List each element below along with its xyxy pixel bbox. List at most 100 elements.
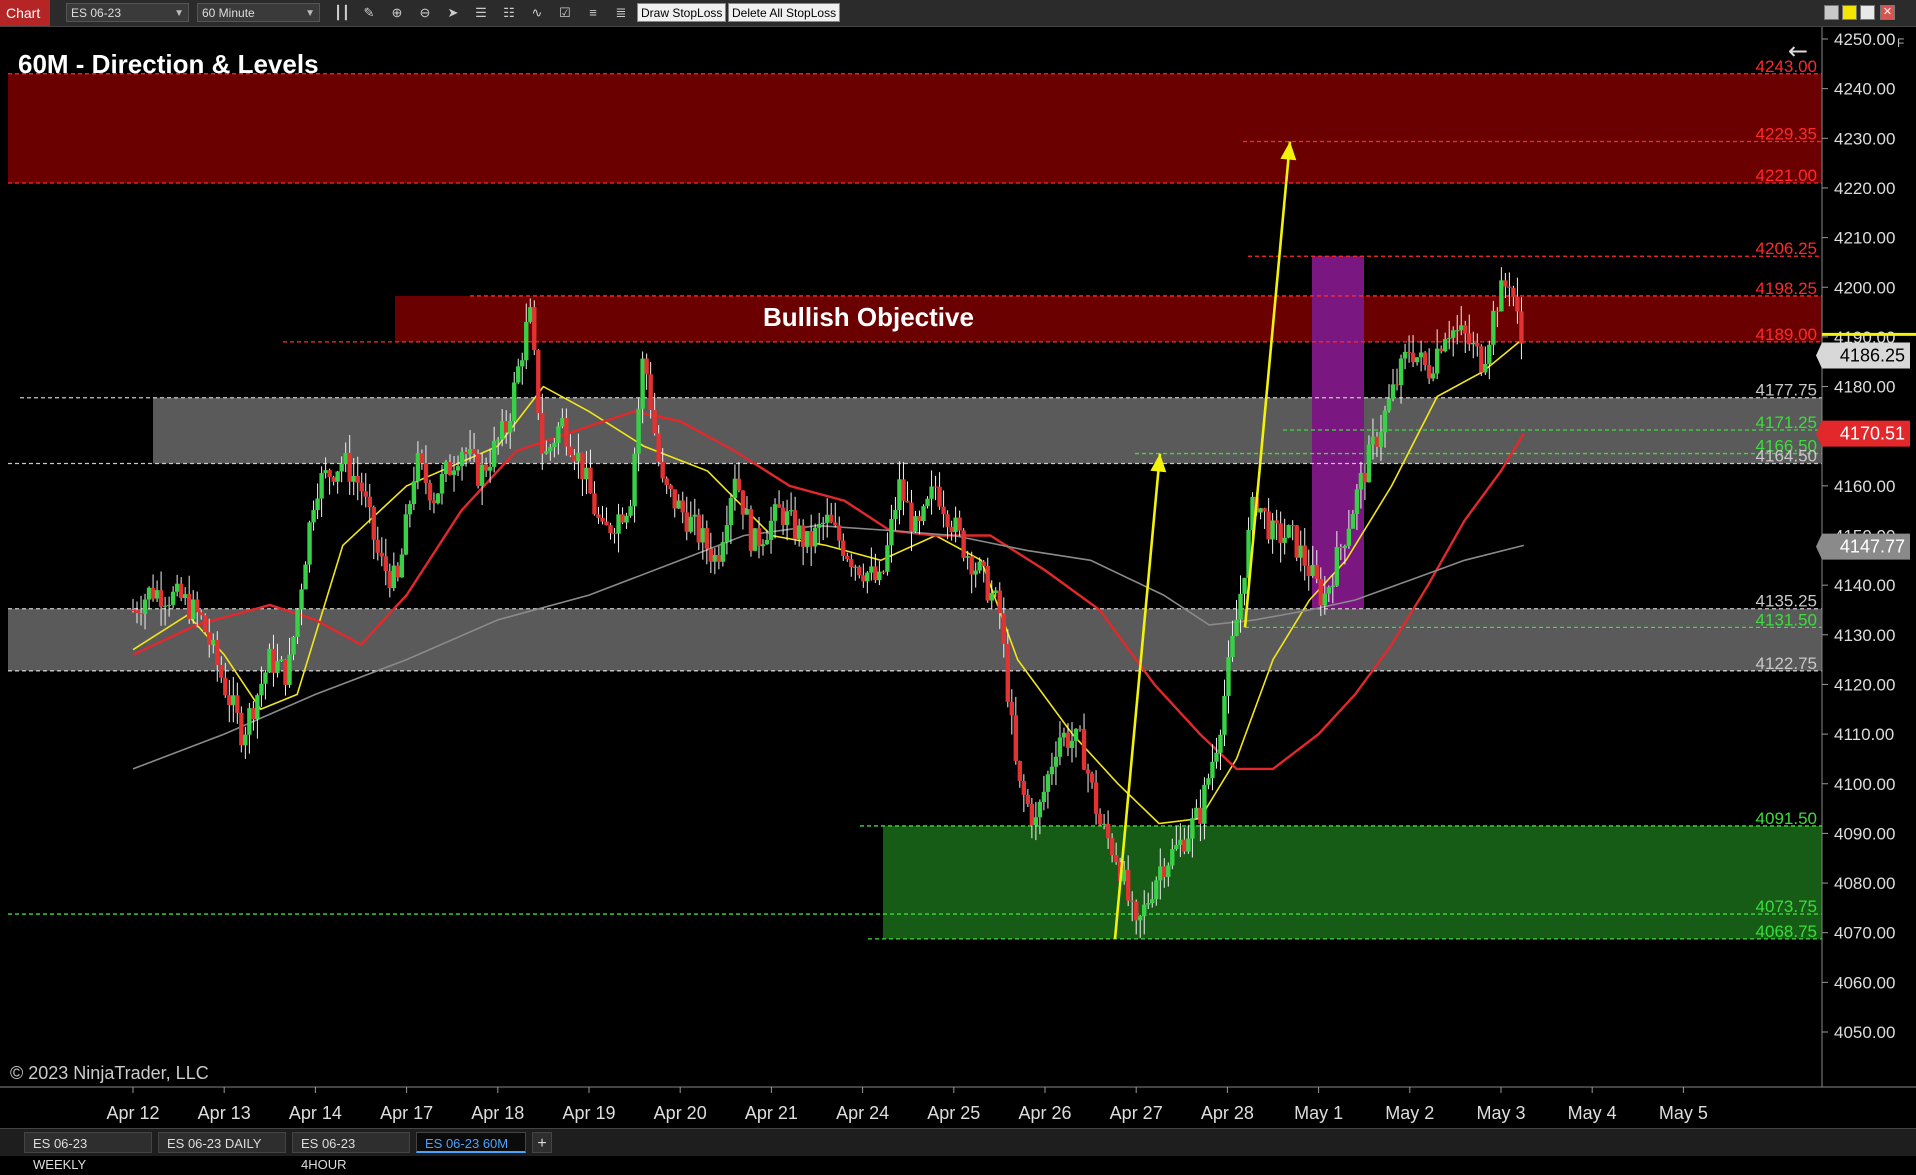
- x-tick-label: May 5: [1659, 1103, 1708, 1123]
- candle-body: [989, 593, 994, 601]
- candle-body: [1057, 737, 1063, 757]
- candle-body: [491, 440, 497, 467]
- close-icon[interactable]: ✕: [1880, 5, 1895, 20]
- properties-icon[interactable]: ☷: [499, 4, 519, 22]
- candle-body: [1009, 701, 1015, 716]
- maximize-icon[interactable]: [1860, 5, 1875, 20]
- candle-body: [1069, 740, 1075, 748]
- pencil-icon[interactable]: ✎: [359, 4, 379, 22]
- candle-body: [1463, 325, 1468, 334]
- candle-body: [435, 493, 441, 504]
- candle-body: [1422, 352, 1428, 366]
- chart-tab[interactable]: ES 06-23 WEEKLY: [24, 1132, 152, 1172]
- candle-body: [1146, 903, 1151, 905]
- candle-body: [849, 558, 854, 568]
- candle-body: [359, 482, 364, 492]
- zoom-in-icon[interactable]: ⊕: [387, 4, 407, 22]
- candle-body: [1434, 348, 1440, 374]
- candle-body: [616, 514, 621, 534]
- candle-body: [885, 545, 890, 572]
- ma-gray-badge: 4147.77: [1816, 533, 1910, 560]
- x-tick-label: Apr 13: [198, 1103, 251, 1123]
- candle-body: [1093, 782, 1099, 814]
- candle-body: [1097, 813, 1103, 825]
- interval-select[interactable]: 60 Minute ▼: [197, 3, 320, 22]
- y-tick-label: 4060.00: [1834, 973, 1895, 992]
- chart-tab[interactable]: ES 06-23 60M: [416, 1132, 526, 1153]
- chart-style-icon[interactable]: ∿: [527, 4, 547, 22]
- candle-body: [736, 478, 742, 491]
- candle-body: [407, 504, 413, 515]
- y-tick-label: 4200.00: [1834, 278, 1895, 297]
- data-box-icon[interactable]: ☰: [471, 4, 491, 22]
- level-label: 4229.35: [1756, 125, 1817, 144]
- candle-body: [1178, 839, 1183, 846]
- candle-body: [612, 533, 617, 535]
- candle-body: [973, 570, 978, 575]
- candle-body: [455, 466, 461, 471]
- level-label: 4068.75: [1756, 922, 1817, 941]
- candle-body: [708, 548, 714, 562]
- chart-tab[interactable]: ES 06-23 DAILY: [158, 1132, 286, 1153]
- candle-body: [443, 462, 449, 475]
- y-tick-label: 4250.00: [1834, 30, 1895, 49]
- delete-stoploss-button[interactable]: Delete All StopLoss: [728, 3, 841, 22]
- candle-body: [596, 514, 601, 518]
- candle-body: [660, 461, 665, 479]
- candle-body: [1194, 807, 1199, 819]
- last-price-badge-text: 4186.25: [1840, 346, 1905, 366]
- list-icon[interactable]: ≣: [611, 4, 631, 22]
- bars-type-icon[interactable]: ┃┃: [332, 4, 352, 22]
- link-color-icon[interactable]: [1842, 5, 1857, 20]
- candle-body: [752, 528, 758, 551]
- candle-body: [1190, 818, 1195, 839]
- window-title[interactable]: Chart: [0, 0, 50, 26]
- candle-body: [1438, 348, 1444, 352]
- candle-body: [620, 514, 625, 523]
- candle-body: [467, 448, 473, 455]
- candle-body: [239, 712, 244, 746]
- candle-body: [146, 587, 152, 600]
- price-chart[interactable]: 4243.004229.354221.004206.254198.254189.…: [0, 27, 1916, 1127]
- candle-body: [841, 540, 846, 556]
- candle-body: [195, 599, 200, 613]
- level-label: 4091.50: [1756, 809, 1817, 828]
- candle-body: [323, 470, 328, 474]
- candle-body: [215, 639, 220, 665]
- candle-body: [808, 531, 814, 547]
- candle-body: [1362, 472, 1368, 483]
- zoom-out-icon[interactable]: ⊖: [415, 4, 435, 22]
- minimize-icon[interactable]: [1824, 5, 1839, 20]
- add-tab-button[interactable]: +: [532, 1132, 552, 1153]
- candle-body: [1210, 761, 1215, 779]
- instrument-value: ES 06-23: [71, 6, 122, 20]
- strategies-icon[interactable]: ☑: [555, 4, 575, 22]
- y-tick-label: 4160.00: [1834, 477, 1895, 496]
- chart-toolbar: Chart ES 06-23 ▼ 60 Minute ▼ ┃┃ ✎ ⊕ ⊖ ➤ …: [0, 0, 1916, 27]
- candle-body: [1166, 865, 1171, 878]
- candle-body: [1342, 545, 1348, 549]
- candle-body: [1350, 513, 1356, 529]
- candle-body: [138, 613, 144, 615]
- candle-body: [162, 605, 168, 607]
- candle-body: [1310, 564, 1315, 576]
- chart-tab[interactable]: ES 06-23 4HOUR: [292, 1132, 410, 1172]
- indicators-icon[interactable]: ≡: [583, 4, 603, 22]
- candle-body: [367, 496, 372, 508]
- candle-body: [1390, 384, 1396, 399]
- candle-body: [889, 518, 894, 546]
- candle-body: [419, 453, 425, 464]
- draw-stoploss-button[interactable]: Draw StopLoss: [637, 3, 727, 22]
- candle-body: [303, 564, 308, 590]
- candle-body: [756, 528, 762, 547]
- candle-body: [399, 554, 405, 578]
- level-label: 4171.25: [1756, 413, 1817, 432]
- candle-body: [564, 418, 569, 447]
- candle-body: [1206, 778, 1211, 785]
- back-arrow-icon[interactable]: ←: [1788, 37, 1808, 65]
- instrument-select[interactable]: ES 06-23 ▼: [66, 3, 189, 22]
- candle-body: [1286, 525, 1291, 538]
- pointer-icon[interactable]: ➤: [443, 4, 463, 22]
- candle-body: [182, 594, 188, 599]
- candle-body: [833, 522, 838, 526]
